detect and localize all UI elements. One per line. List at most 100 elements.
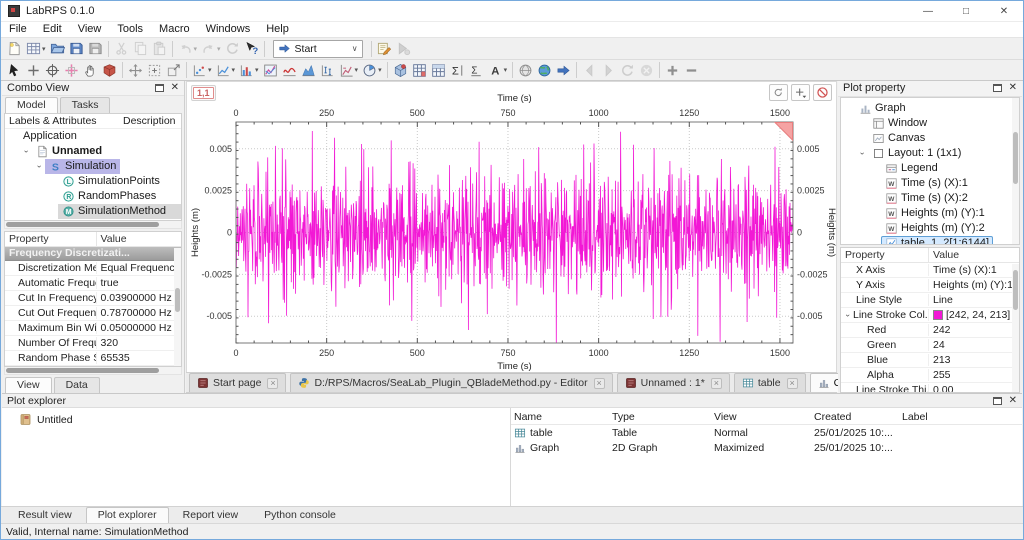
expand-chevron-icon[interactable]: › — [858, 148, 867, 159]
undo-button[interactable]: ▾ — [176, 39, 200, 59]
float-panel-icon[interactable] — [993, 84, 1002, 92]
plot-line-button[interactable]: ▾ — [214, 60, 238, 80]
tab-model[interactable]: Model — [5, 97, 58, 113]
vertical-scrollbar[interactable] — [1012, 264, 1019, 392]
tree-item-graph[interactable]: Graph — [841, 101, 1019, 116]
property-row-number-of-freque[interactable]: Number Of Freque...320 — [5, 336, 181, 351]
tree-item-heights-m-y-2[interactable]: WHeights (m) (Y):2 — [841, 221, 1019, 236]
horizontal-scrollbar[interactable] — [4, 221, 182, 229]
column-header-view[interactable]: View — [711, 411, 811, 423]
plot-canvas[interactable]: 0025025050050075075010001000125012501500… — [186, 81, 837, 372]
float-panel-icon[interactable] — [993, 397, 1002, 405]
horizontal-scrollbar[interactable] — [4, 367, 182, 375]
doc-tab-start-page[interactable]: Start page× — [189, 373, 286, 392]
property-row-green[interactable]: Green24 — [841, 338, 1019, 353]
property-group-header[interactable]: Frequency Discretizati... — [5, 247, 181, 261]
tree-item-simulationpoints[interactable]: LSimulationPoints — [5, 174, 181, 189]
doc-tab-d-rps-macros-sealab-plugin-qblademethod-[interactable]: D:/RPS/Macros/SeaLab_Plugin_QBladeMethod… — [290, 373, 612, 392]
bottom-tab-plot-explorer[interactable]: Plot explorer — [86, 507, 169, 523]
zoom-in-button[interactable] — [663, 60, 682, 80]
property-row-cut-out-frequency[interactable]: Cut Out Frequency0.78700000 Hz — [5, 306, 181, 321]
explorer-row-table[interactable]: tableTableNormal25/01/2025 10:... — [511, 425, 1022, 440]
menu-windows[interactable]: Windows — [198, 22, 259, 37]
box-3d-button[interactable] — [100, 60, 119, 80]
property-row-discretization-met[interactable]: Discretization Met...Equal Frequency — [5, 261, 181, 276]
disable-tools-button[interactable] — [813, 84, 832, 101]
close-panel-icon[interactable]: ✕ — [1009, 83, 1017, 93]
property-row-x-axis[interactable]: X AxisTime (s) (X):1 — [841, 263, 1019, 278]
zoom-select-button[interactable] — [145, 60, 164, 80]
column-header-name[interactable]: Name — [511, 411, 609, 423]
crosshair-mode-button[interactable] — [791, 84, 810, 101]
tree-item-time-s-x-1[interactable]: WTime (s) (X):1 — [841, 176, 1019, 191]
open-button[interactable] — [48, 39, 67, 59]
column-header-label[interactable]: Label — [899, 411, 1022, 423]
redo-button[interactable]: ▾ — [199, 39, 223, 59]
macro-run-button[interactable] — [394, 39, 413, 59]
property-row-random-phase-seed[interactable]: Random Phase Seed65535 — [5, 351, 181, 366]
plot-3d-table-button[interactable] — [410, 60, 429, 80]
bottom-tab-python-console[interactable]: Python console — [252, 507, 348, 523]
zoom-original-button[interactable] — [164, 60, 183, 80]
close-button[interactable]: ✕ — [985, 1, 1023, 22]
go-button[interactable] — [554, 60, 573, 80]
menu-view[interactable]: View — [70, 22, 110, 37]
menu-file[interactable]: File — [1, 22, 35, 37]
nav-forward-button[interactable] — [599, 60, 618, 80]
whats-this-button[interactable]: ? — [242, 39, 261, 59]
property-row-cut-in-frequency[interactable]: Cut In Frequency0.03900000 Hz — [5, 291, 181, 306]
tree-item-application[interactable]: Application — [5, 129, 181, 144]
column-header-created[interactable]: Created — [811, 411, 899, 423]
plot-bar-button[interactable]: ▾ — [237, 60, 261, 80]
close-panel-icon[interactable]: ✕ — [171, 83, 179, 93]
expand-chevron-icon[interactable]: › — [844, 310, 853, 320]
doc-tab-table[interactable]: table× — [734, 373, 806, 392]
copy-button[interactable] — [131, 39, 150, 59]
tab-close-button[interactable]: × — [787, 378, 798, 389]
new-table-button[interactable]: ▾ — [24, 39, 48, 59]
table-select-button[interactable] — [429, 60, 448, 80]
tree-item-time-s-x-2[interactable]: WTime (s) (X):2 — [841, 191, 1019, 206]
minimize-button[interactable]: — — [909, 1, 947, 22]
plot-pie-button[interactable]: ▾ — [360, 60, 384, 80]
sum-columns-button[interactable]: Σ — [448, 60, 467, 80]
move-items-button[interactable] — [126, 60, 145, 80]
tree-item-simulationmethod[interactable]: MSimulationMethod — [5, 204, 181, 219]
property-row-alpha[interactable]: Alpha255 — [841, 368, 1019, 383]
web-page-button[interactable] — [516, 60, 535, 80]
property-row-line-style[interactable]: Line StyleLine — [841, 293, 1019, 308]
expand-chevron-icon[interactable]: › — [35, 161, 44, 172]
pan-hand-button[interactable] — [81, 60, 100, 80]
tree-item-layout-1-1x1[interactable]: ›Layout: 1 (1x1) — [841, 146, 1019, 161]
nav-stop-button[interactable] — [637, 60, 656, 80]
property-row-automatic-freque[interactable]: Automatic Freque...true — [5, 276, 181, 291]
tab-view[interactable]: View — [5, 377, 52, 393]
macro-edit-button[interactable] — [375, 39, 394, 59]
tab-close-button[interactable]: × — [594, 378, 605, 389]
tab-tasks[interactable]: Tasks — [60, 97, 111, 113]
tab-close-button[interactable]: × — [267, 378, 278, 389]
tree-item-heights-m-y-1[interactable]: WHeights (m) (Y):1 — [841, 206, 1019, 221]
graph-2d[interactable]: 0025025050050075075010001000125012501500… — [187, 82, 838, 373]
plot-errorbar-button[interactable] — [318, 60, 337, 80]
plot-3d-hex-button[interactable] — [391, 60, 410, 80]
property-row-line-stroke-thi[interactable]: Line Stroke Thi...0.00 — [841, 383, 1019, 393]
plot-area-button[interactable] — [299, 60, 318, 80]
cut-button[interactable] — [112, 39, 131, 59]
float-panel-icon[interactable] — [155, 84, 164, 92]
save-as-button[interactable] — [86, 39, 105, 59]
plot-curve-button[interactable] — [280, 60, 299, 80]
menu-edit[interactable]: Edit — [35, 22, 70, 37]
snap-cross-button[interactable] — [62, 60, 81, 80]
replot-button[interactable] — [769, 84, 788, 101]
property-row-y-axis[interactable]: Y AxisHeights (m) (Y):1 — [841, 278, 1019, 293]
maximize-button[interactable]: □ — [947, 1, 985, 22]
bottom-tab-report-view[interactable]: Report view — [171, 507, 250, 523]
doc-tab-unnamed-1[interactable]: Unnamed : 1*× — [617, 373, 730, 392]
save-button[interactable] — [67, 39, 86, 59]
nav-refresh-button[interactable] — [618, 60, 637, 80]
tree-item-canvas[interactable]: Canvas — [841, 131, 1019, 146]
tree-item-unnamed[interactable]: ›Unnamed — [5, 144, 181, 159]
property-row-maximum-bin-width[interactable]: Maximum Bin Width0.05000000 Hz — [5, 321, 181, 336]
web-browser-button[interactable] — [535, 60, 554, 80]
